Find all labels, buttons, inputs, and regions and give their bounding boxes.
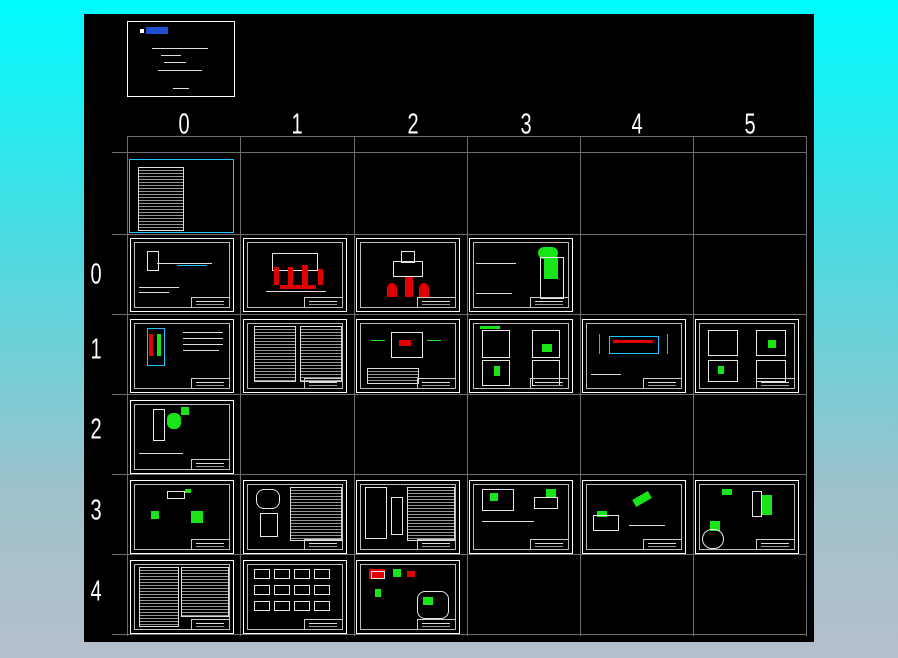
title-block: [191, 619, 230, 630]
grid-hline: [112, 234, 807, 235]
schematic-block: [147, 251, 159, 271]
cover-subtitle-line: [161, 55, 181, 56]
column-header-3: 3: [520, 109, 532, 141]
sheet-r0-c0[interactable]: [130, 238, 234, 312]
grid-hline: [112, 474, 807, 475]
header-underline: [112, 152, 807, 153]
title-block: [191, 378, 230, 389]
grid-vline: [806, 136, 807, 636]
sheet-r2-c0[interactable]: [130, 400, 234, 474]
title-block: [304, 297, 343, 308]
row-header-1: 1: [90, 334, 102, 366]
column-header-2: 2: [407, 109, 419, 141]
column-header-1: 1: [291, 109, 303, 141]
sheet-r1-c5[interactable]: [695, 319, 799, 393]
grid-hline: [112, 634, 807, 635]
note-line: [139, 292, 169, 293]
title-block: [191, 297, 230, 308]
sheet-r0-c3[interactable]: [469, 238, 573, 312]
sheet-r1-c2[interactable]: [356, 319, 460, 393]
grid-vline: [693, 136, 694, 636]
sheet-r3-c2[interactable]: [356, 480, 460, 554]
sheet-r3-c4[interactable]: [582, 480, 686, 554]
row-header-2: 2: [90, 414, 102, 446]
row-header-0: 0: [90, 259, 102, 291]
title-block: [304, 378, 343, 389]
cover-text-line: [164, 62, 186, 63]
row-header-3: 3: [90, 495, 102, 527]
grid-vline: [467, 136, 468, 636]
sheet-r3-c0[interactable]: [130, 480, 234, 554]
cad-drawing-canvas[interactable]: 0 1 2 3 4 5 0 1 2 3 4: [84, 14, 814, 642]
grid-hline: [112, 394, 807, 395]
title-block: [191, 539, 230, 550]
sheet-r0-c2[interactable]: [356, 238, 460, 312]
cover-logo-bar: [146, 27, 168, 34]
title-block: [304, 619, 343, 630]
sheet-r4-c1[interactable]: [243, 560, 347, 634]
cover-text-line: [158, 70, 202, 71]
red-equipment: [274, 267, 279, 285]
grid-vline: [354, 136, 355, 636]
grid-vline: [580, 136, 581, 636]
cover-logo-icon: [140, 29, 144, 33]
cover-sheet[interactable]: [127, 21, 235, 97]
sheet-r1-c0[interactable]: [130, 319, 234, 393]
column-header-0: 0: [178, 109, 190, 141]
schematic-wire: [177, 261, 207, 266]
title-block: [417, 539, 456, 550]
sheet-r3-c1[interactable]: [243, 480, 347, 554]
title-block: [756, 378, 795, 389]
cover-footer-line: [173, 88, 189, 89]
sheet-r1-c4[interactable]: [582, 319, 686, 393]
spec-table: [254, 326, 296, 382]
title-block: [191, 459, 230, 470]
sheet-index[interactable]: [129, 159, 234, 233]
title-block: [530, 378, 569, 389]
sheet-r3-c3[interactable]: [469, 480, 573, 554]
sheet-r4-c2[interactable]: [356, 560, 460, 634]
title-block: [643, 539, 682, 550]
title-block: [756, 539, 795, 550]
index-table: [138, 167, 184, 231]
red-equipment: [387, 283, 397, 297]
grid-vline: [127, 136, 128, 636]
title-block: [643, 378, 682, 389]
column-header-5: 5: [744, 109, 756, 141]
title-block: [304, 539, 343, 550]
sheet-r0-c1[interactable]: [243, 238, 347, 312]
column-header-4: 4: [631, 109, 643, 141]
title-block: [417, 619, 456, 630]
grid-hline: [112, 314, 807, 315]
title-block: [417, 297, 456, 308]
cover-title-line: [152, 48, 208, 49]
spec-table: [300, 326, 342, 382]
sheet-r4-c0[interactable]: [130, 560, 234, 634]
grid-vline: [240, 136, 241, 636]
sheet-r1-c3[interactable]: [469, 319, 573, 393]
sheet-r1-c1[interactable]: [243, 319, 347, 393]
sheet-r3-c5[interactable]: [695, 480, 799, 554]
grid-hline: [112, 554, 807, 555]
title-block: [530, 297, 569, 308]
title-block: [417, 378, 456, 389]
row-header-4: 4: [90, 576, 102, 608]
title-block: [530, 539, 569, 550]
note-line: [139, 287, 179, 288]
